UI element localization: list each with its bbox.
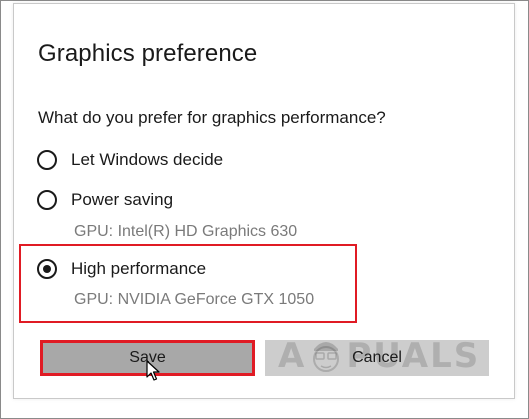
cancel-button[interactable]: Cancel [265, 340, 489, 376]
radio-let-windows-decide[interactable] [37, 150, 57, 170]
gpu-info-power-saving: GPU: Intel(R) HD Graphics 630 [74, 223, 298, 240]
save-button[interactable]: Save [40, 340, 255, 376]
dialog-title: Graphics preference [38, 40, 258, 67]
option-label-let-windows-decide: Let Windows decide [71, 150, 224, 169]
performance-question: What do you prefer for graphics performa… [38, 108, 386, 127]
save-button-label: Save [129, 349, 166, 366]
high-performance-highlight-box [19, 244, 357, 323]
option-let-windows-decide[interactable]: Let Windows decide [37, 147, 223, 173]
option-power-saving[interactable]: Power saving [37, 187, 173, 213]
cancel-button-label: Cancel [352, 349, 402, 366]
radio-power-saving[interactable] [37, 190, 57, 210]
option-label-power-saving: Power saving [71, 190, 174, 209]
